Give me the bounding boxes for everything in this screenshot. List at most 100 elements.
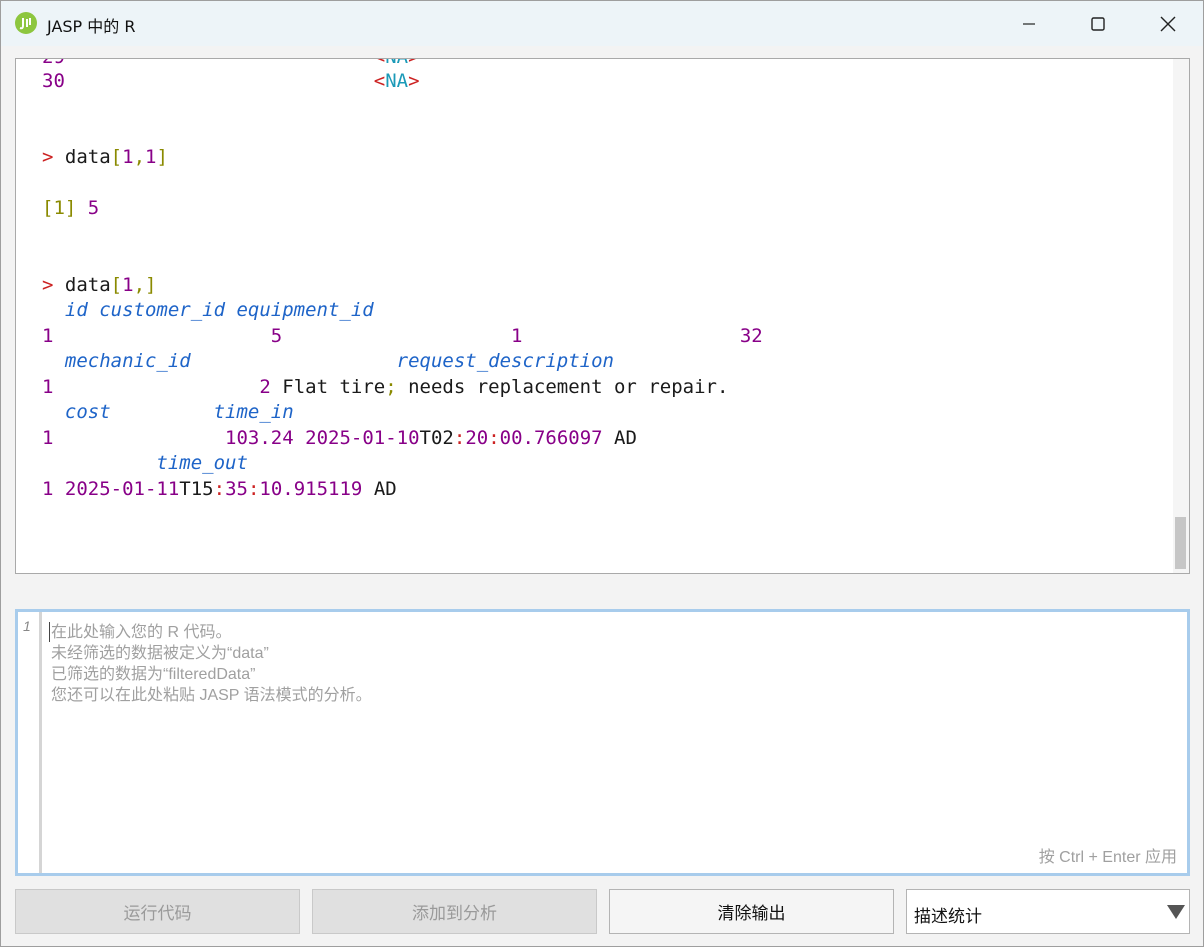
maximize-button[interactable] [1063, 1, 1133, 46]
window-title: JASP 中的 R [47, 17, 136, 36]
output-token: > [408, 70, 420, 92]
jasp-app-icon [15, 12, 37, 34]
output-token: 2025-01-10 [305, 427, 420, 449]
output-token: 10.915119 [259, 478, 363, 500]
output-token [294, 427, 305, 449]
output-token: id customer_id equipment_id [64, 299, 374, 321]
output-token: 00.766097 [499, 427, 603, 449]
r-output-console[interactable]: 29 <NA> 30 <NA> > data[1,1] [1] 5 > data… [15, 58, 1190, 574]
add-to-analysis-button[interactable]: 添加到分析 [312, 889, 597, 934]
output-line: cost time_in [42, 400, 294, 425]
output-line: time_out [42, 451, 248, 476]
output-token: request_description [396, 350, 614, 372]
output-line: 1 2 Flat tire; needs replacement or repa… [42, 375, 728, 400]
output-token [42, 401, 65, 423]
output-token: [ [110, 146, 123, 168]
output-token: 1 [42, 325, 54, 347]
output-token: 20 [465, 427, 489, 449]
text-cursor [49, 622, 50, 642]
title-bar: JASP 中的 R [1, 1, 1203, 46]
output-token: 1 [42, 478, 54, 500]
output-token: AD [362, 478, 397, 500]
editor-gutter: 1 [18, 612, 42, 873]
output-token: 30 [42, 70, 65, 92]
output-token: 29 [42, 59, 65, 68]
output-token [65, 70, 374, 92]
output-token [53, 427, 225, 449]
output-token [282, 325, 511, 347]
close-button[interactable] [1133, 1, 1203, 46]
output-token: time_in [213, 401, 294, 423]
output-token: : [247, 478, 260, 500]
output-line: 30 <NA> [42, 69, 420, 94]
output-token: 1 [42, 427, 54, 449]
dropdown-arrow-icon [1167, 905, 1185, 919]
output-token: 5 [87, 197, 100, 219]
jasp-r-window: JASP 中的 R 29 <NA> 30 <NA [0, 0, 1204, 947]
r-code-editor[interactable]: 1 在此处输入您的 R 代码。 未经筛选的数据被定义为“data” 已筛选的数据… [15, 609, 1190, 876]
output-token: 35 [225, 478, 248, 500]
output-token: data [64, 146, 111, 168]
output-token: NA [385, 70, 409, 92]
minimize-icon [1023, 22, 1035, 25]
output-token: 103.24 [225, 427, 294, 449]
output-token: mechanic_id [64, 350, 191, 372]
output-scrollbar-thumb[interactable] [1175, 517, 1186, 569]
output-token [42, 299, 65, 321]
output-token: , [133, 146, 146, 168]
output-token: < [373, 70, 386, 92]
output-token: : [213, 478, 226, 500]
output-token: Flat tire [270, 376, 386, 398]
output-token: 1 [511, 325, 523, 347]
maximize-icon [1091, 16, 1105, 31]
output-token: 2025-01-11 [64, 478, 180, 500]
output-line: mechanic_id request_description [42, 349, 614, 374]
output-token [76, 197, 87, 219]
analysis-type-select[interactable]: 描述统计 [906, 889, 1190, 934]
output-line: 1 5 1 32 [42, 324, 763, 349]
output-token: 2 [259, 376, 271, 398]
output-line: [1] 5 [42, 196, 99, 221]
output-line: id customer_id equipment_id [42, 298, 374, 323]
analysis-type-selected: 描述统计 [914, 907, 982, 927]
output-token: > [42, 146, 65, 168]
output-line: 1 103.24 2025-01-10T02:20:00.766097 AD [42, 426, 637, 451]
output-token [111, 401, 214, 423]
output-token: cost [64, 401, 111, 423]
output-token: : [488, 427, 500, 449]
output-token: > [408, 59, 419, 68]
output-line: > data[1,1] [42, 145, 168, 170]
output-token: 32 [739, 325, 763, 347]
output-token: < [374, 59, 385, 68]
run-code-button[interactable]: 运行代码 [15, 889, 300, 934]
output-token: needs replacement or repair. [396, 376, 729, 398]
clear-output-button[interactable]: 清除输出 [609, 889, 894, 934]
output-scrollbar[interactable] [1173, 59, 1189, 573]
output-token: T15 [179, 478, 214, 500]
output-token [53, 325, 270, 347]
output-token: AD [602, 427, 637, 449]
output-token: 1 [145, 146, 157, 168]
minimize-button[interactable] [994, 1, 1064, 46]
editor-placeholder: 在此处输入您的 R 代码。 未经筛选的数据被定义为“data” 已筛选的数据为“… [51, 624, 372, 704]
apply-shortcut-hint: 按 Ctrl + Enter 应用 [1038, 849, 1177, 866]
output-token: T02 [419, 427, 454, 449]
output-token: : [453, 427, 466, 449]
close-icon [1160, 16, 1176, 31]
output-token [53, 376, 259, 398]
output-token: ] [156, 146, 168, 168]
output-line: 1 2025-01-11T15:35:10.915119 AD [42, 477, 397, 502]
line-number: 1 [23, 618, 31, 634]
output-token: 1 [42, 376, 54, 398]
output-token: 5 [270, 325, 283, 347]
output-token [53, 478, 64, 500]
output-token: [ [110, 274, 123, 296]
output-token [522, 325, 739, 347]
output-token [42, 350, 65, 372]
output-token: data [64, 274, 111, 296]
output-token: ] [145, 274, 157, 296]
output-token: time_out [156, 452, 248, 474]
output-token: , [133, 274, 146, 296]
output-token [191, 350, 397, 372]
output-token: ; [385, 376, 397, 398]
